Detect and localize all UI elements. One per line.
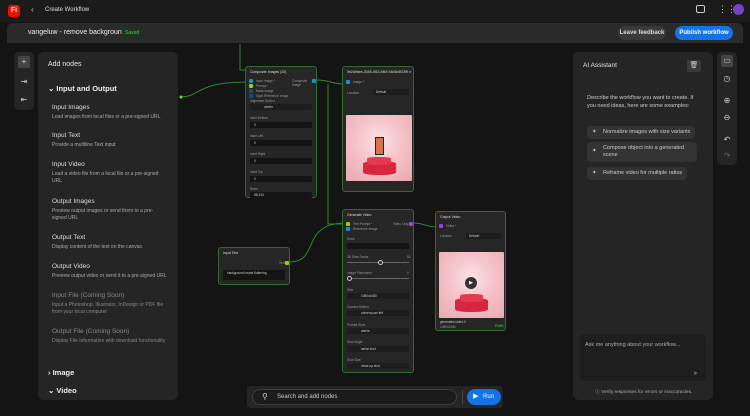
field-label: Shot Size bbox=[347, 358, 361, 362]
chip-label: Normalize images with size variants bbox=[603, 129, 691, 135]
port-label: Mask Image bbox=[256, 89, 274, 93]
example-chip[interactable]: ✦ Compose object into a generated scene bbox=[587, 142, 697, 162]
port-label: Video * bbox=[446, 224, 457, 228]
output-image-preview[interactable] bbox=[346, 115, 412, 181]
field-label: Location bbox=[347, 91, 360, 95]
field-label: Location bbox=[440, 234, 453, 238]
run-label: Run bbox=[483, 394, 495, 400]
camera-motion-select[interactable]: camera pan left bbox=[347, 310, 409, 316]
location-select[interactable]: Default bbox=[466, 233, 501, 239]
node-title: 9e2a9bee-2045-4f13-b60f-94d1b6f23f9 no b… bbox=[347, 70, 411, 74]
inset-bottom-input[interactable]: 0 bbox=[250, 122, 312, 128]
example-chip[interactable]: ✦ Reframe video for multiple ratios bbox=[587, 167, 688, 180]
data-factor-slider[interactable] bbox=[347, 260, 409, 265]
bottom-bar: ⚲ Search and add nodes ▶ Run bbox=[247, 386, 503, 408]
ai-assistant-panel: AI Assistant 🗑 Describe the workflow you… bbox=[573, 52, 713, 400]
field-label: 3D Data Factor bbox=[347, 255, 369, 259]
run-button[interactable]: ▶ Run bbox=[467, 389, 501, 405]
chat-input[interactable]: Ask me anything about your workflow... ➤ bbox=[580, 334, 706, 381]
slider-value: 50 bbox=[407, 255, 411, 259]
seed-input[interactable] bbox=[347, 243, 409, 249]
field-label: Seed bbox=[347, 237, 355, 241]
seed-input[interactable]: 88,334 bbox=[250, 192, 312, 198]
search-nodes-input[interactable]: ⚲ Search and add nodes bbox=[252, 389, 457, 405]
field-label: Alignment Anchor bbox=[250, 99, 275, 103]
wire bbox=[180, 81, 249, 98]
wire bbox=[289, 222, 347, 263]
inset-left-input[interactable]: 0 bbox=[250, 140, 312, 146]
intro-text: Describe the workflow you want to create… bbox=[587, 95, 694, 109]
size-select[interactable]: 1080x1080 bbox=[347, 293, 409, 299]
sparkle-icon: ✦ bbox=[592, 170, 597, 176]
inset-right-input[interactable]: 0 bbox=[250, 158, 312, 164]
chat-placeholder: Ask me anything about your workflow... bbox=[585, 342, 681, 348]
trash-icon[interactable]: 🗑 bbox=[687, 60, 701, 72]
port-label: Image * bbox=[353, 80, 364, 84]
field-label: Inset Right bbox=[250, 152, 266, 156]
sparkle-icon: ✦ bbox=[592, 148, 597, 154]
redo-icon[interactable]: ↷ bbox=[721, 150, 733, 162]
node-title: Composite Images (20) bbox=[250, 70, 287, 74]
zoom-out-icon[interactable]: ⊖ bbox=[721, 112, 733, 124]
example-chip[interactable]: ✦ Normalize images with size variants bbox=[587, 126, 696, 139]
composite-images-node[interactable]: Composite Images (20) Input Image * Prom… bbox=[245, 66, 317, 198]
field-label: Inset Left bbox=[250, 134, 264, 138]
field-label: Seed bbox=[250, 187, 258, 191]
panel-title: AI Assistant bbox=[583, 62, 617, 69]
play-icon: ▶ bbox=[473, 393, 479, 400]
chat-icon[interactable]: ▭ bbox=[721, 55, 733, 67]
file-meta: 1080x1080 bbox=[440, 325, 456, 329]
port-label: Reference Image bbox=[353, 227, 378, 231]
field-label: Inset Top bbox=[250, 170, 263, 174]
prompt-style-select[interactable]: anime bbox=[347, 328, 409, 334]
output-image-node[interactable]: 9e2a9bee-2045-4f13-b60f-94d1b6f23f9 no b… bbox=[342, 66, 414, 192]
input-text-node[interactable]: Input Text Text background hearts flutte… bbox=[218, 247, 290, 285]
generate-video-node[interactable]: Generate Video Text Prompt * Reference I… bbox=[342, 209, 414, 373]
sparkle-icon: ✦ bbox=[592, 129, 597, 135]
image-placement-slider[interactable] bbox=[347, 276, 409, 281]
search-placeholder: Search and add nodes bbox=[277, 394, 338, 400]
slider-value: 0 bbox=[407, 271, 409, 275]
chip-label: Reframe video for multiple ratios bbox=[603, 170, 683, 176]
text-input[interactable]: background hearts fluttering bbox=[223, 270, 285, 280]
divider bbox=[462, 390, 463, 404]
send-icon[interactable]: ➤ bbox=[693, 370, 698, 377]
anchor-select[interactable]: center bbox=[250, 104, 312, 110]
play-icon[interactable]: ▶ bbox=[465, 277, 477, 289]
right-toolbar: ▭ ◷ ⊕ ⊖ ↶ ↷ bbox=[717, 52, 737, 165]
port-label: Text Prompt * bbox=[353, 222, 373, 226]
shot-size-select[interactable]: close-up shot bbox=[347, 363, 409, 369]
port-label: Text bbox=[279, 261, 285, 265]
field-label: Inset Bottom bbox=[250, 116, 268, 120]
node-title: Input Text bbox=[223, 251, 239, 255]
history-icon[interactable]: ◷ bbox=[721, 73, 733, 85]
node-title: Generate Video bbox=[347, 213, 372, 217]
file-name: generated-video-0 bbox=[440, 320, 466, 324]
output-video-preview[interactable]: ▶ bbox=[439, 252, 504, 318]
disclaimer-text: Verify responses for errors or inaccurac… bbox=[601, 390, 693, 395]
port-label: Prompt * bbox=[256, 84, 269, 88]
field-label: Shot Angle bbox=[347, 340, 363, 344]
port-dot bbox=[179, 95, 183, 99]
field-label: Prompt Style bbox=[347, 323, 366, 327]
field-label: Image Placement bbox=[347, 271, 372, 275]
zoom-in-icon[interactable]: ⊕ bbox=[721, 95, 733, 107]
field-label: Size bbox=[347, 288, 354, 292]
undo-icon[interactable]: ↶ bbox=[721, 134, 733, 146]
disclaimer: ⓘ Verify responses for errors or inaccur… bbox=[595, 390, 693, 395]
node-title: Output Video bbox=[440, 215, 461, 219]
search-icon: ⚲ bbox=[262, 392, 268, 401]
inset-top-input[interactable]: 0 bbox=[250, 176, 312, 182]
location-select[interactable]: Default bbox=[373, 89, 409, 95]
field-label: Camera Motion bbox=[347, 305, 369, 309]
port-label: Input Image * bbox=[256, 79, 275, 83]
shot-angle-select[interactable]: aerial shot bbox=[347, 346, 409, 352]
chip-label: Compose object into a generated scene bbox=[603, 145, 685, 158]
port-label: Style Reference Image bbox=[256, 94, 289, 98]
status-badge: Public bbox=[494, 324, 505, 328]
output-video-node[interactable]: Output Video Video * Location Default ▶ … bbox=[435, 211, 506, 331]
